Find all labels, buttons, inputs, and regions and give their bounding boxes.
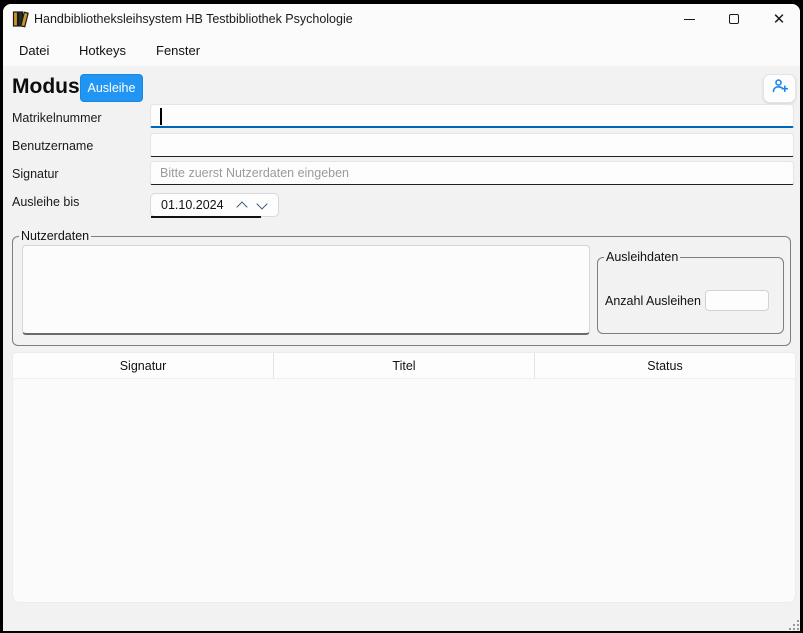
table-body-empty[interactable] bbox=[13, 379, 795, 603]
screen: Handbibliotheksleihsystem HB Testbibliot… bbox=[0, 0, 803, 633]
menu-item-fenster[interactable]: Fenster bbox=[152, 41, 204, 60]
close-button[interactable]: ✕ bbox=[759, 4, 799, 34]
add-user-button[interactable] bbox=[763, 74, 796, 103]
matrikelnummer-label: Matrikelnummer bbox=[12, 111, 102, 125]
mode-heading: Modus bbox=[12, 75, 80, 99]
titlebar[interactable]: Handbibliotheksleihsystem HB Testbibliot… bbox=[3, 4, 800, 34]
menu-item-hotkeys[interactable]: Hotkeys bbox=[75, 41, 130, 60]
chevron-down-icon[interactable] bbox=[257, 201, 266, 210]
menu-item-datei[interactable]: Datei bbox=[15, 41, 53, 60]
person-add-icon bbox=[771, 78, 789, 99]
anzahl-ausleihen-label: Anzahl Ausleihen bbox=[605, 294, 701, 308]
table-header-row: Signatur Titel Status bbox=[13, 353, 795, 379]
window-title: Handbibliotheksleihsystem HB Testbibliot… bbox=[34, 12, 353, 26]
ausleihe-bis-label: Ausleihe bis bbox=[12, 195, 79, 209]
text-caret bbox=[160, 108, 162, 125]
ausleihe-bis-date-spinner[interactable]: 01.10.2024 bbox=[150, 193, 279, 217]
chevron-up-icon[interactable] bbox=[237, 201, 246, 210]
benutzername-input[interactable] bbox=[150, 133, 794, 157]
resize-grip[interactable] bbox=[786, 617, 799, 630]
minimize-button[interactable] bbox=[669, 4, 709, 34]
app-window: Handbibliotheksleihsystem HB Testbibliot… bbox=[3, 4, 800, 631]
loans-table[interactable]: Signatur Titel Status bbox=[12, 352, 796, 603]
signatur-label: Signatur bbox=[12, 167, 59, 181]
mode-ausleihe-button[interactable]: Ausleihe bbox=[80, 74, 143, 102]
ausleihdaten-legend: Ausleihdaten bbox=[604, 250, 680, 264]
minimize-icon bbox=[684, 19, 695, 20]
column-header-signatur[interactable]: Signatur bbox=[13, 353, 274, 378]
column-header-status[interactable]: Status bbox=[535, 353, 795, 378]
matrikelnummer-input[interactable] bbox=[150, 104, 794, 128]
nutzerdaten-textarea[interactable] bbox=[22, 245, 590, 335]
anzahl-ausleihen-input[interactable] bbox=[705, 290, 769, 311]
nutzerdaten-legend: Nutzerdaten bbox=[19, 229, 91, 243]
spinner-underline bbox=[151, 216, 261, 218]
maximize-icon bbox=[729, 14, 739, 24]
menubar: Datei Hotkeys Fenster bbox=[3, 34, 800, 66]
books-app-icon bbox=[12, 10, 30, 28]
close-icon: ✕ bbox=[773, 12, 786, 27]
maximize-button[interactable] bbox=[714, 4, 754, 34]
date-value[interactable]: 01.10.2024 bbox=[151, 198, 237, 212]
signatur-input[interactable] bbox=[150, 161, 794, 185]
benutzername-label: Benutzername bbox=[12, 139, 93, 153]
column-header-titel[interactable]: Titel bbox=[274, 353, 535, 378]
